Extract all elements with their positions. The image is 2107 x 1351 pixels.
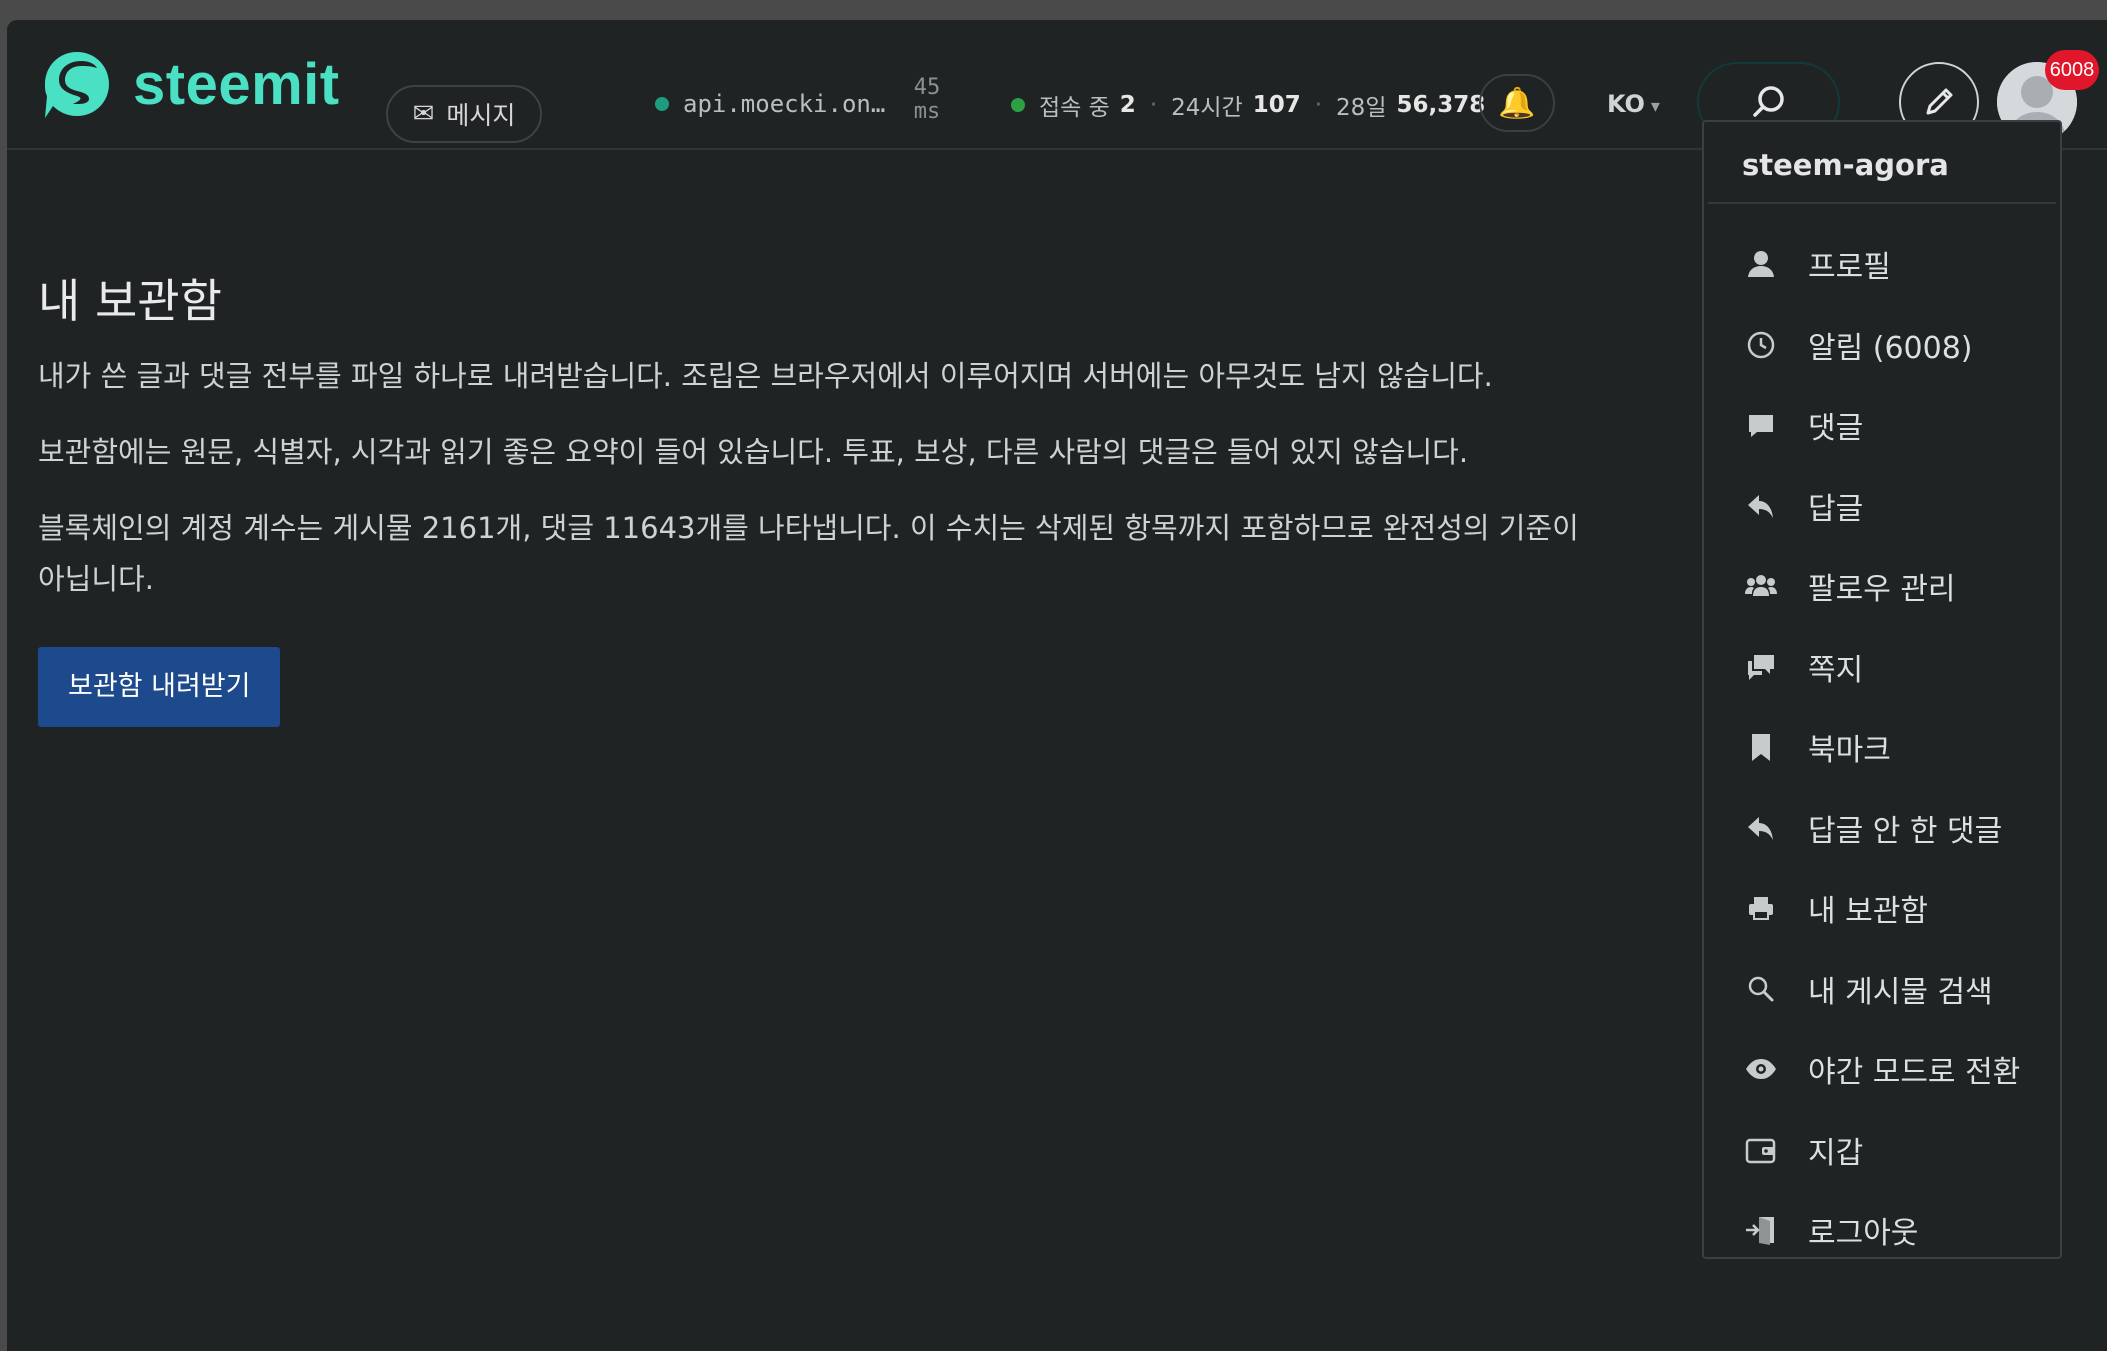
day-label: 24시간 xyxy=(1171,95,1243,121)
menu-item-profile[interactable]: 프로필 xyxy=(1704,224,2060,305)
online-dot-icon xyxy=(1011,98,1025,112)
search-icon xyxy=(1752,86,1784,117)
message-label: 메시지 xyxy=(446,101,516,130)
stats-separator: · xyxy=(1314,92,1323,118)
caret-down-icon: ▾ xyxy=(1650,96,1660,117)
envelope-icon: ✉ xyxy=(412,99,435,129)
menu-item-label: 야간 모드로 전환 xyxy=(1808,1055,2021,1091)
menu-item-label: 로그아웃 xyxy=(1808,1216,1919,1252)
language-selector[interactable]: KO ▾ xyxy=(1607,90,1660,118)
menu-item-notifications[interactable]: 알림 (6008) xyxy=(1704,305,2060,386)
latency-readout: 45 ms xyxy=(907,76,947,124)
day-count: 107 xyxy=(1252,92,1301,118)
menu-item-unreplied-comments[interactable]: 답글 안 한 댓글 xyxy=(1704,788,2060,869)
menu-item-night-mode[interactable]: 야간 모드로 전환 xyxy=(1704,1029,2060,1110)
steemit-logo[interactable]: steemit xyxy=(37,44,340,124)
menu-item-label: 답글 xyxy=(1808,491,1864,527)
menu-item-messages[interactable]: 쪽지 xyxy=(1704,627,2060,708)
menu-item-label: 답글 안 한 댓글 xyxy=(1808,813,2003,849)
logout-icon xyxy=(1744,1213,1778,1247)
user-menu-dropdown: steem-agora 프로필 알림 (6008) 댓글 답글 팔로우 관리 쪽… xyxy=(1702,120,2062,1259)
description-paragraph: 내가 쓴 글과 댓글 전부를 파일 하나로 내려받습니다. 조립은 브라우저에서… xyxy=(38,359,1493,393)
menu-item-label: 내 게시물 검색 xyxy=(1808,974,1993,1010)
archive-page: 내 보관함 내가 쓴 글과 댓글 전부를 파일 하나로 내려받습니다. 조립은 … xyxy=(38,265,1598,727)
wallet-icon xyxy=(1744,1133,1778,1167)
message-button[interactable]: ✉ 메시지 xyxy=(386,85,542,143)
visitor-stats: 접속 중 2 · 24시간 107 · 28일 56,378 xyxy=(1011,86,1485,124)
menu-item-replies[interactable]: 답글 xyxy=(1704,466,2060,547)
menu-item-label: 내 보관함 xyxy=(1808,894,1928,930)
app-window: steemit ✉ 메시지 api.moecki.on… 45 ms 접속 중 … xyxy=(7,20,2107,1351)
menu-item-comments[interactable]: 댓글 xyxy=(1704,385,2060,466)
people-icon xyxy=(1744,569,1778,603)
month-label: 28일 xyxy=(1336,95,1387,121)
page-title: 내 보관함 xyxy=(38,274,222,328)
menu-item-label: 지갑 xyxy=(1808,1135,1864,1171)
online-count: 2 xyxy=(1119,92,1136,118)
menu-item-label: 알림 (6008) xyxy=(1808,330,1973,366)
reply-icon xyxy=(1744,811,1778,845)
menu-item-my-archive[interactable]: 내 보관함 xyxy=(1704,868,2060,949)
comment-icon xyxy=(1744,408,1778,442)
menu-item-follow-management[interactable]: 팔로우 관리 xyxy=(1704,546,2060,627)
user-menu-list: 프로필 알림 (6008) 댓글 답글 팔로우 관리 쪽지 북마크 답글 안 한… xyxy=(1704,224,2060,1271)
description-paragraph: 블록체인의 계정 계수는 게시물 2161개, 댓글 11643개를 나타냅니다… xyxy=(38,511,1579,596)
pencil-icon xyxy=(1926,88,1953,115)
description-paragraph: 보관함에는 원문, 식별자, 시각과 읽기 좋은 요약이 들어 있습니다. 투표… xyxy=(38,435,1469,469)
menu-item-label: 팔로우 관리 xyxy=(1808,572,1956,608)
chat-icon xyxy=(1744,650,1778,684)
menu-item-bookmarks[interactable]: 북마크 xyxy=(1704,707,2060,788)
brand-name: steemit xyxy=(133,51,340,117)
node-status-dot-icon xyxy=(655,97,669,111)
eye-icon xyxy=(1744,1052,1778,1086)
printer-icon xyxy=(1744,891,1778,925)
menu-item-label: 쪽지 xyxy=(1808,652,1864,688)
menu-item-search-my-posts[interactable]: 내 게시물 검색 xyxy=(1704,949,2060,1030)
menu-username[interactable]: steem-agora xyxy=(1742,148,1949,182)
notifications-button[interactable]: 🔔 xyxy=(1479,74,1555,132)
menu-item-label: 댓글 xyxy=(1808,411,1864,447)
bookmark-icon xyxy=(1744,730,1778,764)
steemit-logo-icon xyxy=(45,52,109,118)
api-node-name: api.moecki.on… xyxy=(683,90,886,118)
api-node-status[interactable]: api.moecki.on… xyxy=(655,76,885,132)
online-label: 접속 중 xyxy=(1039,95,1110,121)
user-icon xyxy=(1744,247,1778,281)
latency-value: 45 xyxy=(913,75,941,100)
menu-item-label: 프로필 xyxy=(1808,250,1891,286)
month-count: 56,378 xyxy=(1396,92,1486,118)
reply-icon xyxy=(1744,489,1778,523)
stats-separator: · xyxy=(1149,92,1158,118)
notification-count-badge: 6008 xyxy=(2045,50,2099,90)
language-code: KO xyxy=(1607,90,1645,118)
bell-icon: 🔔 xyxy=(1498,85,1536,121)
search-icon xyxy=(1744,972,1778,1006)
download-archive-button[interactable]: 보관함 내려받기 xyxy=(38,647,281,727)
menu-item-wallet[interactable]: 지갑 xyxy=(1704,1110,2060,1191)
clock-icon xyxy=(1744,328,1778,362)
menu-item-logout[interactable]: 로그아웃 xyxy=(1704,1190,2060,1271)
menu-item-label: 북마크 xyxy=(1808,733,1891,769)
latency-unit: ms xyxy=(913,99,941,124)
menu-divider xyxy=(1708,202,2056,204)
